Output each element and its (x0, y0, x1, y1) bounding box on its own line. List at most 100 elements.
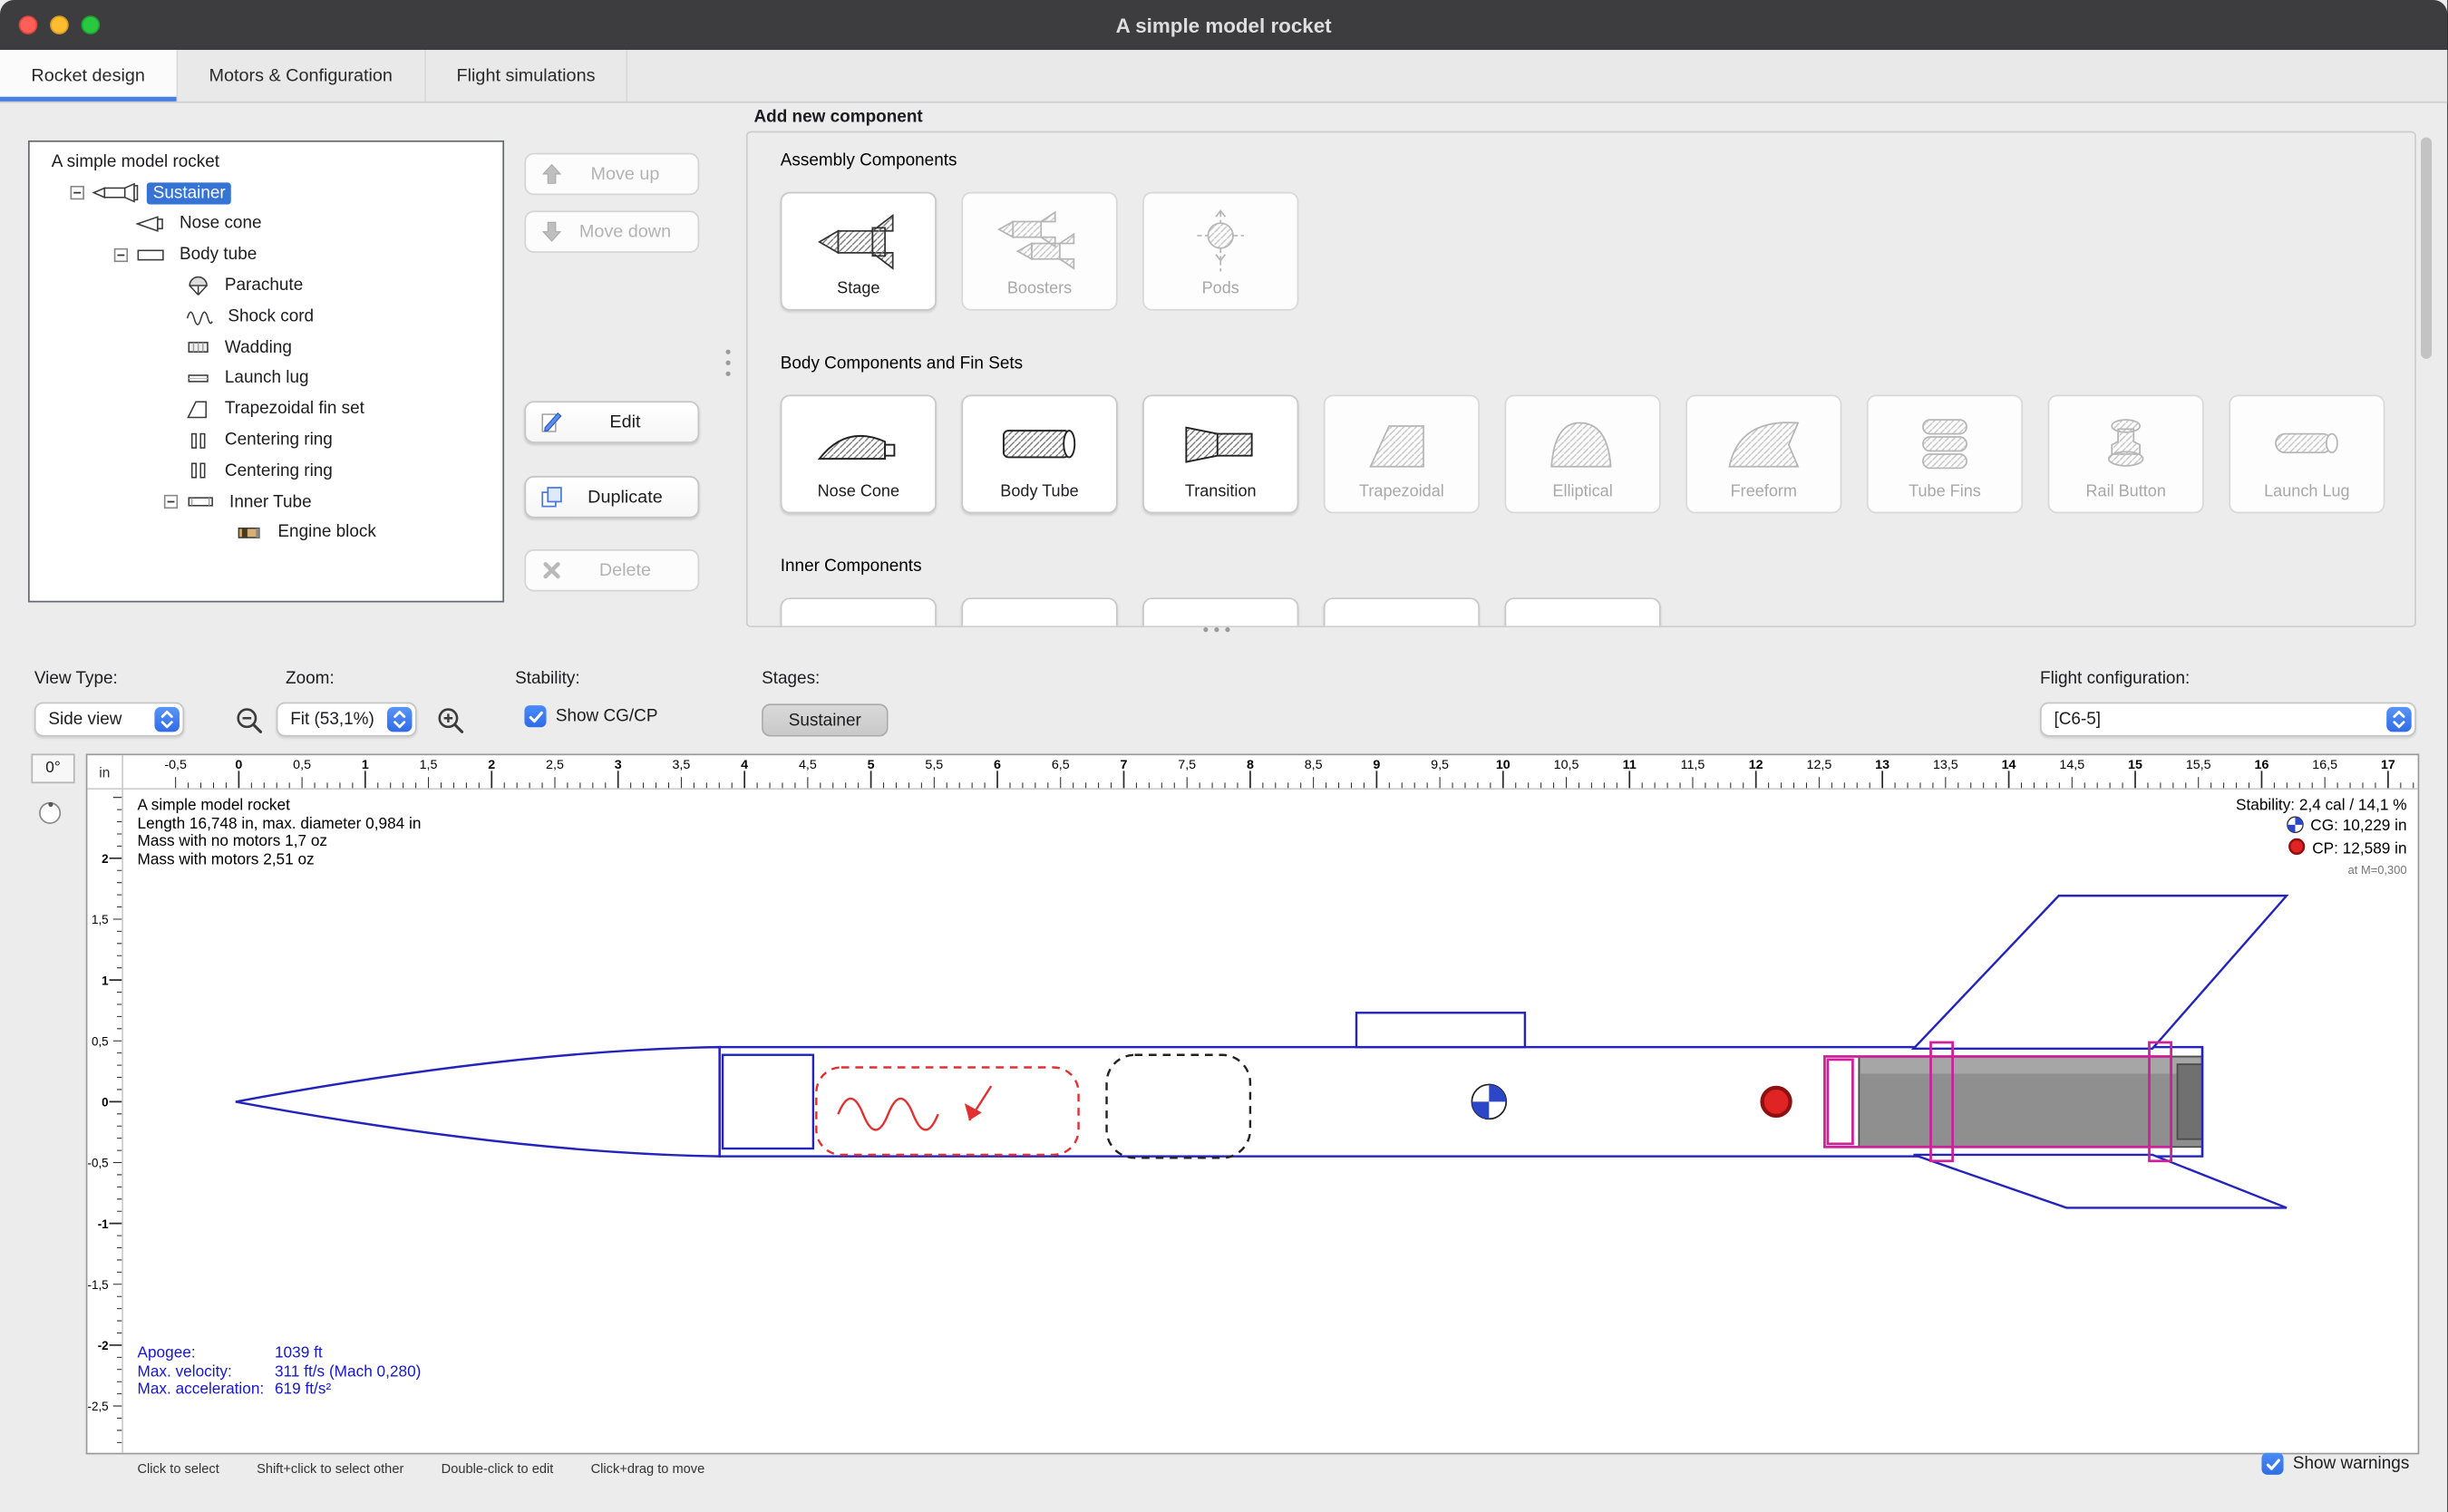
view-type-label: View Type: (34, 670, 118, 689)
panel-divider-handle[interactable] (1203, 627, 1229, 632)
stat-value: 311 ft/s (Mach 0,280) (275, 1363, 421, 1381)
nosecone-big-icon (815, 406, 902, 482)
add-engineblock-big-button[interactable] (1505, 597, 1661, 627)
coupler-icon (996, 608, 1083, 627)
tab-label: Rocket design (31, 66, 144, 85)
rocket-canvas[interactable]: A simple model rocketLength 16,748 in, m… (123, 790, 2418, 1453)
minimize-window-button[interactable] (50, 15, 69, 34)
add-body-tube-button[interactable]: Body Tube (961, 395, 1117, 514)
add-tube-fins-button[interactable]: Tube Fins (1867, 395, 2023, 514)
add-boosters-button[interactable]: Boosters (961, 192, 1117, 311)
svg-text:1: 1 (362, 758, 369, 772)
zoom-out-button[interactable] (234, 705, 265, 736)
expander-icon[interactable] (164, 495, 178, 509)
tree-item-engine-block[interactable]: Engine block (30, 518, 503, 548)
magnifier-minus-icon (234, 705, 265, 736)
svg-text:1: 1 (102, 974, 109, 987)
tree-item-centering-ring[interactable]: Centering ring (30, 425, 503, 456)
svg-text:2: 2 (102, 852, 108, 866)
fin-bottom-shape[interactable] (1914, 1155, 2287, 1208)
tree-label: Sustainer (147, 182, 232, 204)
motor-shape[interactable] (1859, 1056, 2202, 1147)
delete-button[interactable]: Delete (524, 549, 699, 591)
add-innertube-big-button[interactable] (781, 597, 937, 627)
vertical-splitter-handle[interactable] (725, 350, 730, 376)
flight-config-select[interactable]: [C6-5] (2040, 703, 2416, 737)
stability-info: Stability: 2,4 cal / 14,1 % CG: 10,229 i… (2236, 798, 2407, 879)
add-transition-button[interactable]: Transition (1142, 395, 1298, 514)
add-stage-button[interactable]: Stage (781, 192, 937, 311)
tree-item-trapezoidal-fin-set[interactable]: Trapezoidal fin set (30, 393, 503, 424)
close-window-button[interactable] (19, 15, 38, 34)
add-centeringring-big-button[interactable] (1142, 597, 1298, 627)
tree-label: Centering ring (219, 430, 339, 451)
tree-item-body-tube[interactable]: Body tube (30, 239, 503, 270)
zoom-label: Zoom: (286, 670, 335, 689)
bulkhead-icon (1358, 608, 1445, 627)
view-type-select[interactable]: Side view (34, 703, 184, 737)
tree-item-nose-cone[interactable]: Nose cone (30, 208, 503, 239)
ring-icon (186, 460, 211, 480)
tree-item-centering-ring[interactable]: Centering ring (30, 456, 503, 487)
nose-cone-shape[interactable] (236, 1047, 720, 1157)
innertube-big-icon (815, 608, 902, 627)
tab-flight-simulations[interactable]: Flight simulations (425, 50, 628, 102)
svg-text:15,5: 15,5 (2186, 758, 2211, 772)
zoom-select[interactable]: Fit (53,1%) (277, 703, 417, 737)
tab-rocket-design[interactable]: Rocket design (0, 50, 178, 102)
show-cgcp-checkbox[interactable]: Show CG/CP (524, 705, 657, 727)
section-label: Assembly Components (781, 151, 2414, 173)
zoom-in-button[interactable] (435, 705, 466, 736)
svg-text:4: 4 (741, 758, 748, 772)
tree-item-parachute[interactable]: Parachute (30, 270, 503, 301)
tree-item-sustainer[interactable]: Sustainer (30, 178, 503, 208)
svg-text:5,5: 5,5 (925, 758, 943, 772)
tree-label: Parachute (219, 275, 309, 296)
arrow-down-icon (540, 220, 564, 244)
hint-text: Click to select (137, 1460, 219, 1476)
move-down-button[interactable]: Move down (524, 210, 699, 252)
component-label: Body Tube (1000, 482, 1078, 501)
move-up-button[interactable]: Move up (524, 153, 699, 195)
add-coupler-button[interactable] (961, 597, 1117, 627)
duplicate-button[interactable]: Duplicate (524, 476, 699, 518)
expander-icon[interactable] (70, 186, 83, 199)
railbutton-icon (2082, 406, 2169, 482)
svg-text:13,5: 13,5 (1933, 758, 1958, 772)
add-pods-button[interactable]: Pods (1142, 192, 1298, 311)
stage-sustainer-toggle[interactable]: Sustainer (762, 703, 888, 736)
tree-item-root[interactable]: A simple model rocket (30, 147, 503, 178)
rotation-dial[interactable] (39, 802, 61, 824)
tree-item-wadding[interactable]: Wadding (30, 332, 503, 363)
expander-icon[interactable] (114, 247, 128, 261)
svg-text:3: 3 (615, 758, 622, 772)
fullscreen-window-button[interactable] (82, 15, 101, 34)
add-elliptical-button[interactable]: Elliptical (1505, 395, 1661, 514)
svg-text:2: 2 (488, 758, 495, 772)
stat-label: Max. acceleration: (137, 1381, 274, 1400)
tree-item-inner-tube[interactable]: Inner Tube (30, 487, 503, 518)
nose-shoulder-shape[interactable] (723, 1055, 813, 1149)
scrollbar[interactable] (2421, 137, 2432, 358)
add-freeform-button[interactable]: Freeform (1685, 395, 1841, 514)
rocket-diagram[interactable] (123, 790, 2418, 1453)
edit-button[interactable]: Edit (524, 401, 699, 442)
tab-motors-configuration[interactable]: Motors & Configuration (178, 50, 425, 102)
ruler-corner: in (87, 755, 123, 790)
titlebar: A simple model rocket (0, 0, 2447, 50)
stat-label: Max. velocity: (137, 1363, 274, 1381)
launch-lug-shape[interactable] (1356, 1013, 1525, 1047)
add-trapezoidal-button[interactable]: Trapezoidal (1324, 395, 1480, 514)
tree-item-launch-lug[interactable]: Launch lug (30, 363, 503, 393)
show-warnings-checkbox[interactable]: Show warnings (2261, 1453, 2409, 1475)
svg-text:5: 5 (868, 758, 875, 772)
add-launch-lug-button[interactable]: Launch Lug (2229, 395, 2385, 514)
fin-top-shape[interactable] (1914, 896, 2287, 1049)
add-bulkhead-button[interactable] (1324, 597, 1480, 627)
tree-label: Nose cone (173, 213, 267, 235)
tree-item-shock-cord[interactable]: Shock cord (30, 301, 503, 332)
zoom-value: Fit (53,1%) (277, 710, 383, 729)
hint-text: Click+drag to move (591, 1460, 705, 1476)
add-rail-button-button[interactable]: Rail Button (2048, 395, 2204, 514)
add-nose-cone-button[interactable]: Nose Cone (781, 395, 937, 514)
